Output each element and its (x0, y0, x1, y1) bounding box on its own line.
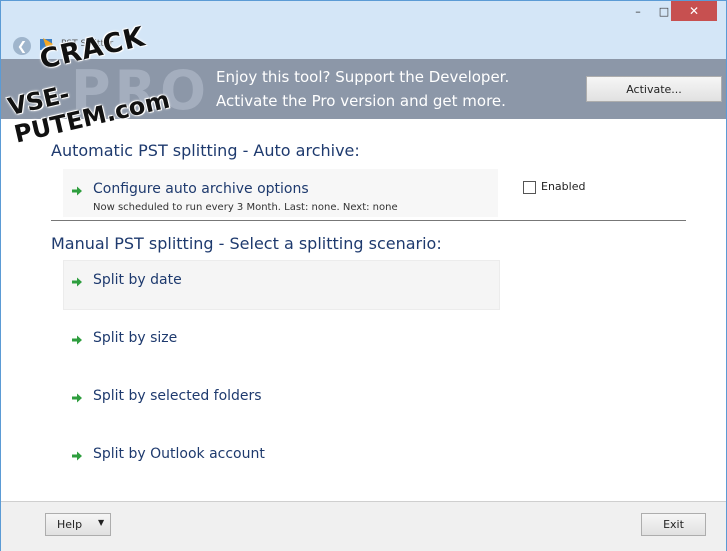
close-button[interactable]: ✕ (671, 1, 717, 21)
green-arrow-icon (72, 335, 82, 345)
minimize-button[interactable]: – (625, 1, 651, 21)
section-divider (51, 220, 686, 221)
green-arrow-icon (72, 451, 82, 461)
help-button-label: Help (57, 518, 83, 531)
activate-button[interactable]: Activate... (586, 76, 722, 102)
enabled-checkbox-label: Enabled (541, 180, 586, 193)
schedule-status-text: Now scheduled to run every 3 Month. Last… (93, 202, 398, 213)
exit-button[interactable]: Exit (641, 513, 706, 536)
split-by-size-link[interactable]: Split by size (93, 330, 177, 346)
app-logo-icon (40, 38, 53, 50)
main-content: Automatic PST splitting - Auto archive: … (1, 119, 726, 501)
banner-text-line2: Activate the Pro version and get more. (216, 92, 506, 110)
banner-text-line1: Enjoy this tool? Support the Developer. (216, 68, 510, 86)
nav-row: ❮ PST Splitter (1, 25, 726, 59)
pro-banner: PRO Enjoy this tool? Support the Develop… (1, 59, 726, 119)
title-bar: – □ ✕ (1, 1, 726, 25)
help-dropdown-button[interactable]: Help ▼ (45, 513, 111, 536)
chevron-down-icon: ▼ (98, 518, 105, 527)
green-arrow-icon (72, 393, 82, 403)
app-window: – □ ✕ ❮ PST Splitter PRO Enjoy this tool… (0, 0, 727, 551)
green-arrow-icon (72, 186, 82, 196)
split-by-selected-folders-link[interactable]: Split by selected folders (93, 388, 262, 404)
banner-watermark: PRO (71, 59, 211, 119)
auto-archive-heading: Automatic PST splitting - Auto archive: (51, 141, 360, 160)
split-by-date-link[interactable]: Split by date (93, 272, 182, 288)
split-by-outlook-account-link[interactable]: Split by Outlook account (93, 446, 265, 462)
app-title: PST Splitter (61, 39, 114, 49)
footer-bar: Help ▼ Exit (1, 501, 726, 551)
back-arrow-icon[interactable]: ❮ (13, 37, 31, 55)
configure-auto-archive-link[interactable]: Configure auto archive options (93, 181, 309, 197)
enabled-checkbox[interactable] (523, 181, 536, 194)
green-arrow-icon (72, 277, 82, 287)
manual-splitting-heading: Manual PST splitting - Select a splittin… (51, 234, 442, 253)
